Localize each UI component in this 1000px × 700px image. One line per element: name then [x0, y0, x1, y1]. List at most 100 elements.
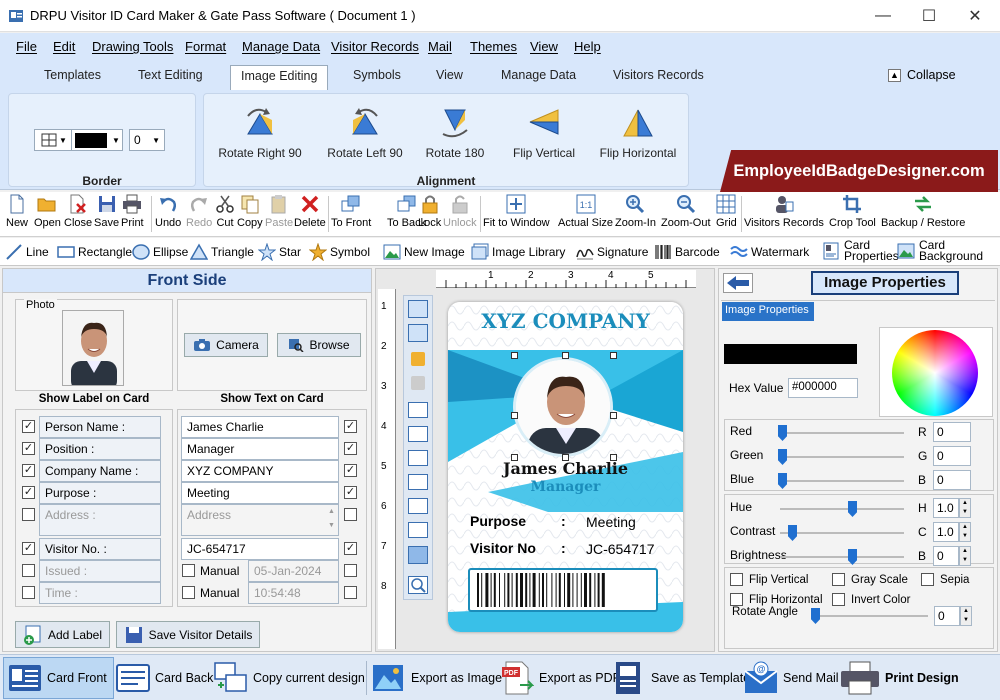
sepia-check[interactable]: Sepia: [921, 573, 969, 586]
line-tool[interactable]: Line: [5, 242, 49, 262]
card-back-button[interactable]: Card Back: [116, 659, 213, 697]
card-front-button[interactable]: Card Front: [8, 659, 107, 697]
tab-image-editing[interactable]: Image Editing: [230, 65, 329, 90]
align-top-tool[interactable]: [408, 474, 428, 490]
tab-view[interactable]: View: [436, 68, 463, 82]
barcode-tool[interactable]: Barcode: [654, 242, 720, 262]
card-visitor-value[interactable]: JC-654717: [586, 541, 655, 557]
card-purpose-value[interactable]: Meeting: [586, 514, 636, 530]
unlock-tool-icon[interactable]: [411, 376, 425, 390]
tab-symbols[interactable]: Symbols: [353, 68, 401, 82]
save-visitor-details-button[interactable]: Save Visitor Details: [116, 621, 260, 648]
field-label[interactable]: Address :: [39, 504, 161, 536]
show-text-checkbox[interactable]: ✓: [344, 464, 357, 477]
card-background-tool[interactable]: Card Background: [897, 239, 987, 262]
show-label-checkbox[interactable]: ✓: [22, 542, 35, 555]
new-button[interactable]: New: [6, 194, 28, 234]
rotate-angle-field[interactable]: 0: [934, 606, 960, 626]
hcb-value-field[interactable]: 1.0: [933, 498, 959, 518]
maximize-button[interactable]: ☐: [906, 0, 952, 32]
show-text-checkbox[interactable]: ✓: [344, 420, 357, 433]
export-as-pdf-button[interactable]: PDF Export as PDF: [500, 659, 620, 697]
cut-button[interactable]: Cut: [215, 194, 235, 234]
border-style-dropdown[interactable]: ▼: [34, 129, 74, 151]
menu-file[interactable]: File: [16, 39, 37, 54]
gray-scale-check[interactable]: Gray Scale: [832, 573, 908, 586]
rgb-value-field[interactable]: 0: [933, 470, 971, 490]
rotate-angle-track[interactable]: [812, 615, 928, 617]
triangle-tool[interactable]: Triangle: [190, 242, 254, 262]
backup-restore-button[interactable]: Backup / Restore: [881, 194, 965, 234]
undo-button[interactable]: Undo: [155, 194, 181, 234]
field-value[interactable]: 05-Jan-2024: [248, 560, 339, 582]
invert-color-check[interactable]: Invert Color: [832, 593, 910, 606]
menu-drawing-tools[interactable]: Drawing Tools: [92, 39, 173, 54]
manual-checkbox[interactable]: [182, 564, 195, 577]
menu-themes[interactable]: Themes: [470, 39, 517, 54]
back-button[interactable]: [723, 273, 753, 293]
flip-horizontal-button[interactable]: Flip Horizontal: [596, 106, 680, 166]
align-right-tool[interactable]: [408, 450, 428, 466]
rgb-slider-track[interactable]: [780, 432, 904, 434]
star-tool[interactable]: Star: [258, 242, 301, 262]
browse-button[interactable]: Browse: [277, 333, 361, 357]
card-visitor-label[interactable]: Visitor No: [470, 540, 536, 556]
rotate-180-button[interactable]: Rotate 180: [419, 106, 491, 166]
card-person-name[interactable]: James Charlie: [448, 459, 683, 478]
watermark-tool[interactable]: Watermark: [730, 242, 809, 262]
align-center-tool[interactable]: [408, 426, 428, 442]
collapse-button[interactable]: ▲ Collapse: [888, 68, 956, 82]
photo-thumbnail[interactable]: [62, 310, 124, 386]
symbol-tool[interactable]: Symbol: [309, 242, 370, 262]
show-label-checkbox[interactable]: [22, 508, 35, 521]
hcb-spinner[interactable]: ▲ ▼: [959, 522, 971, 542]
field-value[interactable]: Meeting: [181, 482, 339, 504]
selection-handle[interactable]: [562, 352, 569, 359]
rgb-slider-track[interactable]: [780, 456, 904, 458]
add-label-button[interactable]: Add Label: [15, 621, 110, 648]
border-color-dropdown[interactable]: ▼: [71, 129, 123, 151]
align-left-tool[interactable]: [408, 402, 428, 418]
menu-visitor-records[interactable]: Visitor Records: [331, 39, 419, 54]
hcb-slider-track[interactable]: [780, 532, 904, 534]
tab-text-editing[interactable]: Text Editing: [138, 68, 203, 82]
field-label[interactable]: Purpose :: [39, 482, 161, 504]
tab-visitors-records[interactable]: Visitors Records: [613, 68, 704, 82]
field-value[interactable]: XYZ COMPANY: [181, 460, 339, 482]
visitors-records-button[interactable]: Visitors Records: [744, 194, 824, 234]
camera-button[interactable]: Camera: [184, 333, 268, 357]
new-image-tool[interactable]: New Image: [383, 242, 465, 262]
zoom-tool[interactable]: [408, 576, 428, 594]
card-barcode[interactable]: [468, 568, 658, 612]
to-front-button[interactable]: To Front: [331, 194, 371, 234]
color-wheel[interactable]: [892, 330, 978, 416]
rectangle-tool[interactable]: Rectangle: [57, 242, 132, 262]
copy-button[interactable]: Copy: [237, 194, 263, 234]
tab-manage-data[interactable]: Manage Data: [501, 68, 576, 82]
send-back-tool[interactable]: [408, 324, 428, 342]
show-label-checkbox[interactable]: ✓: [22, 486, 35, 499]
hcb-spinner[interactable]: ▲ ▼: [959, 546, 971, 566]
hcb-spinner[interactable]: ▲ ▼: [959, 498, 971, 518]
selection-handle[interactable]: [610, 352, 617, 359]
lock-tool-icon[interactable]: [411, 352, 425, 366]
open-button[interactable]: Open: [34, 194, 61, 234]
align-bottom-tool[interactable]: [408, 522, 428, 538]
menu-edit[interactable]: Edit: [53, 39, 75, 54]
zoom-out-button[interactable]: Zoom-Out: [661, 194, 711, 234]
field-value[interactable]: Manager: [181, 438, 339, 460]
hcb-value-field[interactable]: 1.0: [933, 522, 959, 542]
card-company-name[interactable]: XYZ COMPANY: [448, 309, 683, 333]
tab-image-properties[interactable]: Image Properties: [722, 302, 814, 321]
field-label[interactable]: Time :: [39, 582, 161, 604]
print-button[interactable]: Print: [121, 194, 144, 234]
id-card[interactable]: XYZ COMPANY James Charlie Manager Purpos…: [448, 302, 683, 632]
menu-manage-data[interactable]: Manage Data: [242, 39, 320, 54]
border-width-dropdown[interactable]: 0 ▼: [129, 129, 165, 151]
card-purpose-label[interactable]: Purpose: [470, 513, 526, 529]
field-label[interactable]: Issued :: [39, 560, 161, 582]
bring-front-tool[interactable]: [408, 300, 428, 318]
show-label-checkbox[interactable]: [22, 586, 35, 599]
send-mail-button[interactable]: @ Send Mail: [744, 659, 839, 697]
rotate-right-90-button[interactable]: Rotate Right 90: [218, 106, 302, 166]
